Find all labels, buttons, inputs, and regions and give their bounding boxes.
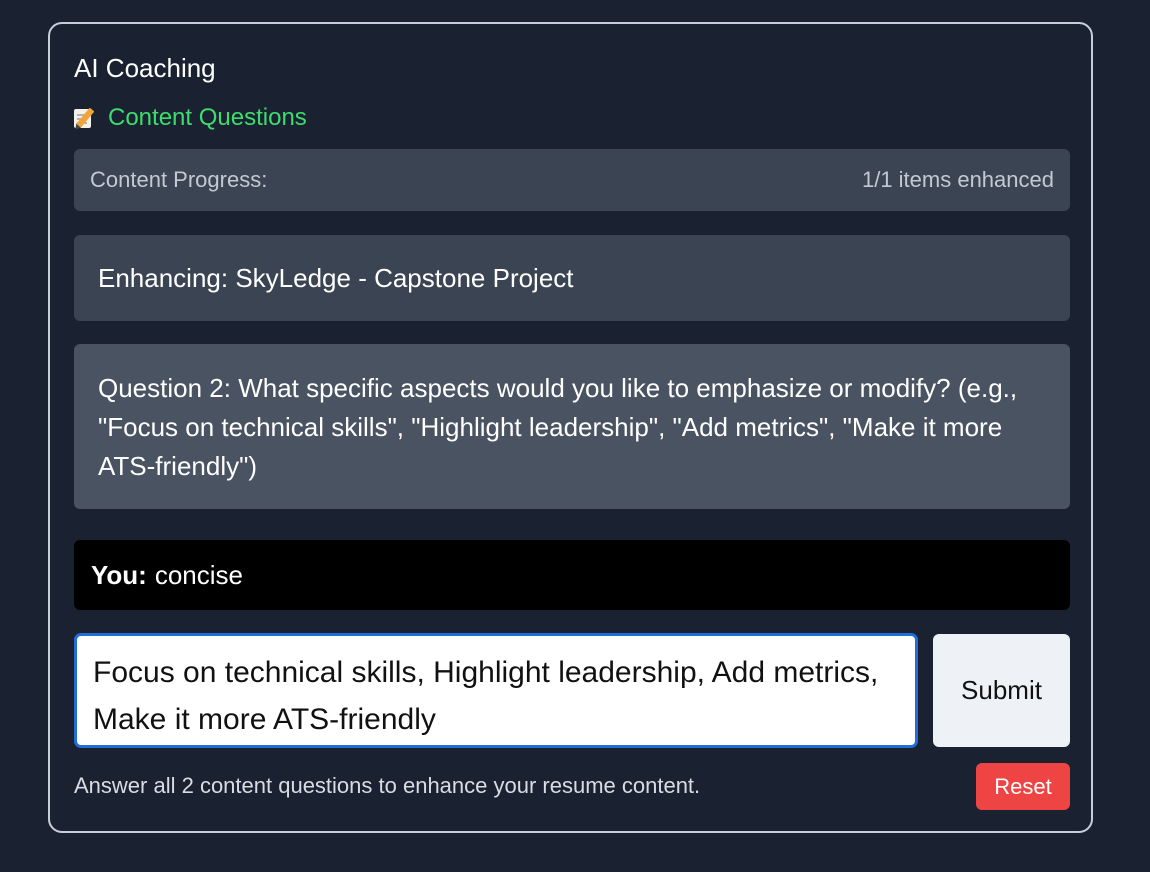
user-answer: You: concise — [74, 540, 1070, 610]
answer-text: concise — [154, 559, 243, 590]
ai-coaching-panel: AI Coaching Content Questions Content Pr… — [48, 22, 1093, 833]
question-text: Question 2: What specific aspects would … — [98, 373, 1018, 481]
memo-icon — [74, 107, 95, 129]
panel-title: AI Coaching — [74, 53, 216, 83]
section-label: Content Questions — [74, 103, 307, 133]
answer-input[interactable]: Focus on technical skills, Highlight lea… — [74, 633, 918, 748]
content-progress: Content Progress: 1/1 items enhanced — [74, 149, 1070, 211]
progress-status: 1/1 items enhanced — [861, 167, 1054, 192]
enhancing-item: Enhancing: SkyLedge - Capstone Project — [74, 235, 1070, 321]
reset-button[interactable]: Reset — [976, 763, 1070, 810]
answer-speaker: You: — [91, 559, 147, 590]
section-label-text: Content Questions — [108, 104, 307, 131]
enhancing-text: Enhancing: SkyLedge - Capstone Project — [98, 262, 574, 293]
question-card: Question 2: What specific aspects would … — [74, 344, 1070, 509]
hint-text: Answer all 2 content questions to enhanc… — [74, 773, 701, 798]
progress-label: Content Progress: — [90, 167, 268, 192]
submit-button[interactable]: Submit — [933, 634, 1070, 747]
